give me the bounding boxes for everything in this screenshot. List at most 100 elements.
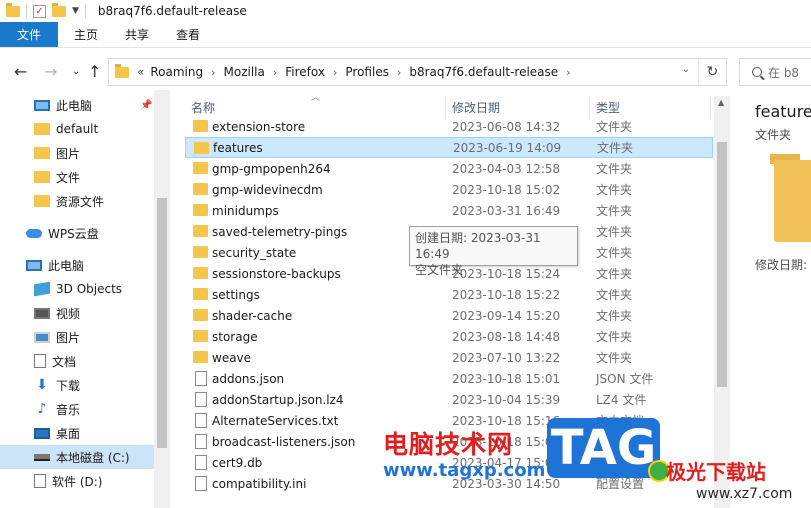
sidebar-item-label: 图片 bbox=[56, 330, 81, 345]
sidebar-item-files-folder[interactable]: 文件 bbox=[0, 165, 154, 189]
table-row[interactable]: gmp-widevinecdm 2023-10-18 15:02 文件夹 bbox=[185, 179, 713, 200]
table-row[interactable]: addons.json 2023-10-18 15:01 JSON 文件 bbox=[185, 368, 713, 389]
column-divider[interactable] bbox=[710, 96, 711, 118]
address-bar[interactable]: « Roaming › Mozilla › Firefox › Profiles… bbox=[108, 58, 727, 86]
file-type: 文件夹 bbox=[596, 204, 633, 218]
table-row[interactable]: minidumps 2023-03-31 16:49 文件夹 bbox=[185, 200, 713, 221]
breadcrumb-mozilla[interactable]: Mozilla bbox=[224, 65, 265, 79]
folder-icon bbox=[193, 183, 208, 195]
sidebar-item-label: 此电脑 bbox=[56, 98, 93, 113]
sidebar-item-documents[interactable]: 文档 bbox=[0, 349, 154, 373]
cloud-icon bbox=[26, 228, 42, 238]
recent-locations-chevron-icon[interactable]: ⌄ bbox=[72, 66, 80, 77]
preview-subtitle: 文件夹 bbox=[755, 128, 792, 142]
file-name: cert9.db bbox=[212, 455, 263, 470]
sidebar-scrollbar-thumb[interactable] bbox=[157, 198, 167, 448]
customize-toolbar-chevron-icon[interactable]: ▼ bbox=[72, 6, 79, 16]
sidebar-scrollbar[interactable] bbox=[154, 90, 170, 508]
folder-icon bbox=[193, 246, 208, 258]
refresh-icon[interactable]: ↻ bbox=[698, 59, 726, 85]
file-name: weave bbox=[212, 350, 252, 365]
breadcrumb-profiles[interactable]: Profiles bbox=[345, 65, 389, 79]
watermark-site-url: www.xz7.com bbox=[696, 486, 793, 502]
column-divider[interactable] bbox=[445, 96, 446, 118]
tab-share[interactable]: 共享 bbox=[111, 22, 162, 47]
pc-icon bbox=[34, 99, 50, 111]
sidebar-item-label: 本地磁盘 (C:) bbox=[56, 450, 130, 465]
scroll-up-arrow-icon[interactable]: ▲ bbox=[718, 98, 724, 107]
sidebar-item-videos[interactable]: 视频 bbox=[0, 301, 154, 325]
breadcrumb-chevron-icon[interactable]: › bbox=[566, 66, 570, 79]
file-list-scrollbar[interactable]: ▲ bbox=[714, 96, 730, 508]
folder-icon bbox=[193, 330, 208, 342]
column-header-type[interactable]: 类型 bbox=[596, 96, 620, 118]
table-row[interactable]: addonStartup.json.lz4 2023-10-04 15:39 LZ4… bbox=[185, 389, 713, 410]
sidebar-item-default[interactable]: default bbox=[0, 117, 154, 141]
column-divider[interactable] bbox=[589, 96, 590, 118]
address-history-chevron-icon[interactable]: ⌄ bbox=[682, 64, 690, 75]
tab-file[interactable]: 文件 bbox=[0, 22, 58, 47]
folder-icon bbox=[34, 147, 50, 159]
sidebar-item-wps-cloud[interactable]: WPS云盘 bbox=[0, 221, 154, 245]
file-type: 文件夹 bbox=[596, 225, 633, 239]
column-header-date[interactable]: 修改日期 bbox=[452, 96, 500, 118]
folder-icon bbox=[193, 267, 208, 279]
back-arrow-icon[interactable]: ← bbox=[14, 62, 27, 81]
search-placeholder: 在 b8 bbox=[768, 65, 800, 80]
breadcrumb-roaming[interactable]: Roaming bbox=[150, 65, 203, 79]
file-name: security_state bbox=[212, 245, 297, 260]
file-type: 文件夹 bbox=[596, 309, 633, 323]
folder-icon[interactable] bbox=[6, 2, 20, 17]
sidebar-item-music[interactable]: ♪ 音乐 bbox=[0, 397, 154, 421]
documents-icon bbox=[34, 354, 46, 368]
table-row[interactable]: shader-cache 2023-09-14 15:20 文件夹 bbox=[185, 305, 713, 326]
breadcrumb-profile-folder[interactable]: b8raq7f6.default-release bbox=[409, 65, 558, 79]
sidebar-item-desktop[interactable]: 桌面 bbox=[0, 421, 154, 445]
search-box[interactable]: 在 b8 bbox=[739, 58, 811, 86]
video-icon bbox=[34, 307, 50, 319]
drive-icon bbox=[34, 453, 50, 461]
tab-home[interactable]: 主页 bbox=[58, 22, 111, 47]
tab-view[interactable]: 查看 bbox=[162, 22, 213, 47]
breadcrumb-firefox[interactable]: Firefox bbox=[285, 65, 325, 79]
table-row[interactable]: settings 2023-10-18 15:22 文件夹 bbox=[185, 284, 713, 305]
table-row[interactable]: weave 2023-07-10 13:22 文件夹 bbox=[185, 347, 713, 368]
file-type: 文件夹 bbox=[596, 120, 633, 134]
sidebar-item-pictures[interactable]: 图片 bbox=[0, 325, 154, 349]
table-row[interactable]: features 2023-06-19 14:09 文件夹 bbox=[185, 137, 713, 158]
sidebar-item-label: 软件 (D:) bbox=[52, 474, 103, 489]
file-date: 2023-10-18 15:22 bbox=[452, 287, 561, 302]
table-row[interactable]: storage 2023-08-18 14:48 文件夹 bbox=[185, 326, 713, 347]
breadcrumb-chevron-icon[interactable]: › bbox=[333, 66, 337, 79]
sidebar-item-this-pc[interactable]: 此电脑 bbox=[0, 253, 154, 277]
pc-icon bbox=[26, 259, 42, 271]
pin-icon[interactable]: 📌 bbox=[140, 100, 152, 111]
sidebar-item-resources-folder[interactable]: 资源文件 bbox=[0, 189, 154, 213]
sort-ascending-icon: ︿ bbox=[311, 93, 321, 103]
file-date: 2023-04-03 12:58 bbox=[452, 161, 561, 176]
breadcrumb-overflow[interactable]: « bbox=[137, 65, 144, 79]
up-arrow-icon[interactable]: ↑ bbox=[88, 62, 101, 81]
breadcrumb-chevron-icon[interactable]: › bbox=[211, 66, 215, 79]
sidebar-item-pictures-folder[interactable]: 图片 bbox=[0, 141, 154, 165]
file-name: storage bbox=[212, 329, 258, 344]
table-row[interactable]: gmp-gmpopenh264 2023-04-03 12:58 文件夹 bbox=[185, 158, 713, 179]
sidebar-item-3d-objects[interactable]: 3D Objects bbox=[0, 277, 154, 301]
column-header-name[interactable]: 名称 bbox=[191, 96, 215, 118]
sidebar-item-drive-d[interactable]: 软件 (D:) bbox=[0, 469, 154, 493]
file-icon bbox=[195, 413, 207, 428]
file-list-scrollbar-thumb[interactable] bbox=[717, 142, 727, 387]
forward-arrow-icon[interactable]: → bbox=[44, 62, 57, 81]
sidebar-item-quick-access-pc[interactable]: 此电脑 bbox=[0, 93, 154, 117]
sidebar-item-label: 文档 bbox=[52, 354, 77, 369]
table-row[interactable]: extension-store 2023-06-08 14:32 文件夹 bbox=[185, 116, 713, 137]
sidebar-item-drive-c[interactable]: 本地磁盘 (C:) bbox=[0, 445, 154, 469]
breadcrumb-chevron-icon[interactable]: › bbox=[397, 66, 401, 79]
sidebar-item-label: 图片 bbox=[56, 146, 81, 161]
breadcrumb-chevron-icon[interactable]: › bbox=[273, 66, 277, 79]
new-folder-icon[interactable] bbox=[52, 2, 66, 17]
sidebar-item-label: 桌面 bbox=[56, 426, 81, 441]
objects-3d-icon bbox=[34, 281, 50, 297]
properties-check-icon[interactable]: ✓ bbox=[33, 4, 46, 18]
sidebar-item-downloads[interactable]: ⬇ 下载 bbox=[0, 373, 154, 397]
